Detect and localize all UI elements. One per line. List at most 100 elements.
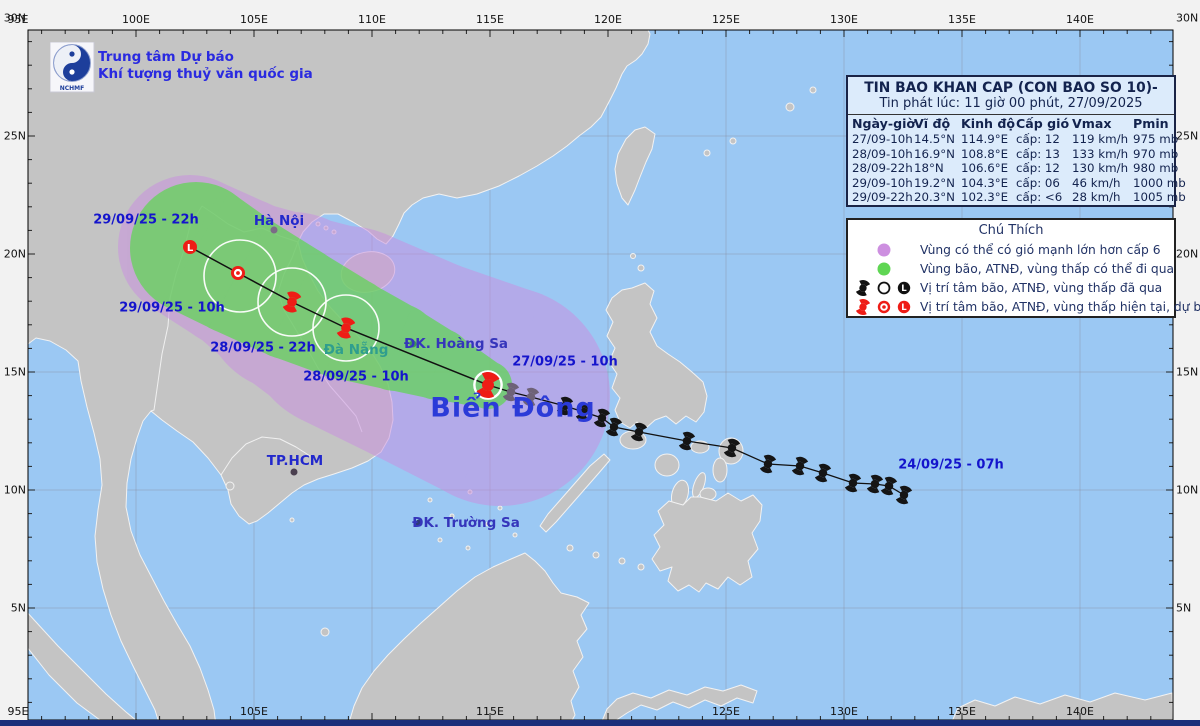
table-cell: 102.3°E: [961, 190, 1016, 205]
table-row: 29/09-22h20.3°N102.3°Ecấp: <628 km/h1005…: [848, 190, 1174, 205]
table-row: 28/09-22h18°N106.6°Ecấp: 12130 km/h980 m…: [848, 161, 1174, 176]
place-dot: [416, 520, 423, 527]
table-cell: 114.9°E: [961, 132, 1016, 147]
org-line2: Khí tượng thuỷ văn quốc gia: [98, 66, 313, 83]
axis-label: 10N: [1176, 484, 1200, 497]
axis-label: 105E: [240, 705, 268, 718]
column-header: Ngày-giờ: [852, 115, 914, 132]
past-symbols-icon: L: [848, 278, 920, 298]
axis-label: 25N: [0, 130, 26, 143]
table-cell: 20.3°N: [914, 190, 961, 205]
table-cell: 14.5°N: [914, 132, 961, 147]
column-header: Vĩ độ: [914, 115, 961, 132]
table-cell: 46 km/h: [1072, 176, 1133, 191]
table-cell: 1000 mb: [1133, 176, 1176, 191]
axis-label: 115E: [476, 13, 504, 26]
column-header: Kinh độ: [961, 115, 1016, 132]
svg-text:L: L: [901, 284, 907, 294]
table-row: 28/09-10h16.9°N108.8°Ecấp: 13133 km/h970…: [848, 147, 1174, 162]
axis-label: 10N: [0, 484, 26, 497]
table-cell: 18°N: [914, 161, 961, 176]
forecast-table: Ngày-giờVĩ độKinh độCấp gióVmaxPmin27/09…: [848, 115, 1174, 205]
table-cell: 106.6°E: [961, 161, 1016, 176]
table-cell: 980 mb: [1133, 161, 1176, 176]
table-cell: 29/09-10h: [852, 176, 914, 191]
alert-issued-time: Tin phát lúc: 11 giờ 00 phút, 27/09/2025: [848, 96, 1174, 115]
axis-label: 140E: [1066, 705, 1094, 718]
axis-label: 95E: [8, 705, 29, 718]
table-cell: 975 mb: [1133, 132, 1176, 147]
axis-label: 25N: [1176, 130, 1200, 143]
table-cell: 27/09-10h: [852, 132, 914, 147]
axis-label: 5N: [0, 602, 26, 615]
table-cell: 16.9°N: [914, 147, 961, 162]
column-header: Pmin: [1133, 115, 1176, 132]
table-cell: cấp: <6: [1016, 190, 1072, 205]
table-cell: cấp: 12: [1016, 161, 1072, 176]
table-cell: 970 mb: [1133, 147, 1176, 162]
axis-label: 20N: [0, 248, 26, 261]
org-name: Trung tâm Dự báo Khí tượng thuỷ văn quốc…: [98, 49, 313, 82]
nchmf-logo: NCHMF: [50, 42, 96, 94]
table-cell: 130 km/h: [1072, 161, 1133, 176]
axis-label: 125E: [712, 705, 740, 718]
axis-label: 130E: [830, 13, 858, 26]
axis-label: 120E: [594, 13, 622, 26]
storm-forecast-map: L 95E 100E 105E 110E 115E 120E 125E 130E 135E 140…: [0, 0, 1200, 726]
axis-label: 115E: [476, 705, 504, 718]
axis-label: 135E: [948, 705, 976, 718]
table-cell: 28/09-10h: [852, 147, 914, 162]
table-cell: 28 km/h: [1072, 190, 1133, 205]
place-dot: [410, 341, 417, 348]
axis-label: 20N: [1176, 248, 1200, 261]
axis-label: 125E: [712, 13, 740, 26]
legend-item: Vùng bão, ATNĐ, vùng thấp có thể đi qua: [848, 259, 1174, 278]
place-dot: [291, 469, 298, 476]
current-symbols-icon: L: [848, 297, 920, 317]
axis-label: 5N: [1176, 602, 1200, 615]
axis-label: 15N: [1176, 366, 1200, 379]
axis-label: 140E: [1066, 13, 1094, 26]
purple-area-icon: [848, 242, 920, 258]
org-line1: Trung tâm Dự báo: [98, 49, 313, 66]
table-cell: 19.2°N: [914, 176, 961, 191]
legend-box: Chú Thích Vùng có thể có gió mạnh lớn hơ…: [846, 218, 1176, 318]
axis-label: 130E: [830, 705, 858, 718]
axis-label: 105E: [240, 13, 268, 26]
svg-text:L: L: [187, 243, 194, 254]
storm-alert-box: TIN BAO KHAN CAP (CON BAO SO 10)- Tin ph…: [846, 75, 1176, 207]
logo-text: NCHMF: [60, 85, 85, 92]
table-row: 29/09-10h19.2°N104.3°Ecấp: 0646 km/h1000…: [848, 176, 1174, 191]
legend-item: L Vị trí tâm bão, ATNĐ, vùng thấp đã qua: [848, 278, 1174, 297]
table-cell: 1005 mb: [1133, 190, 1176, 205]
axis-label: 135E: [948, 13, 976, 26]
legend-item: L Vị trí tâm bão, ATNĐ, vùng thấp hiện t…: [848, 297, 1174, 316]
legend-title: Chú Thích: [848, 220, 1174, 240]
alert-title: TIN BAO KHAN CAP (CON BAO SO 10)-: [848, 77, 1174, 96]
bottom-strip: [0, 720, 1200, 726]
table-cell: 104.3°E: [961, 176, 1016, 191]
green-area-icon: [848, 261, 920, 277]
table-cell: 119 km/h: [1072, 132, 1133, 147]
legend-item: Vùng có thể có gió mạnh lớn hơn cấp 6: [848, 240, 1174, 259]
svg-text:L: L: [901, 303, 907, 313]
depression-symbol: [231, 266, 245, 280]
axis-label: 15N: [0, 366, 26, 379]
table-cell: 28/09-22h: [852, 161, 914, 176]
table-cell: 29/09-22h: [852, 190, 914, 205]
column-header: Cấp gió: [1016, 115, 1072, 132]
table-header-row: Ngày-giờVĩ độKinh độCấp gióVmaxPmin: [848, 115, 1174, 132]
axis-label: 100E: [122, 13, 150, 26]
low-symbol: L: [183, 240, 197, 254]
axis-label: 30N: [1176, 12, 1200, 25]
place-dot: [271, 227, 278, 234]
axis-label: 110E: [358, 13, 386, 26]
table-cell: cấp: 06: [1016, 176, 1072, 191]
table-row: 27/09-10h14.5°N114.9°Ecấp: 12119 km/h975…: [848, 132, 1174, 147]
table-cell: 108.8°E: [961, 147, 1016, 162]
table-cell: 133 km/h: [1072, 147, 1133, 162]
table-cell: cấp: 12: [1016, 132, 1072, 147]
axis-label: 30N: [0, 12, 26, 25]
table-cell: cấp: 13: [1016, 147, 1072, 162]
column-header: Vmax: [1072, 115, 1133, 132]
